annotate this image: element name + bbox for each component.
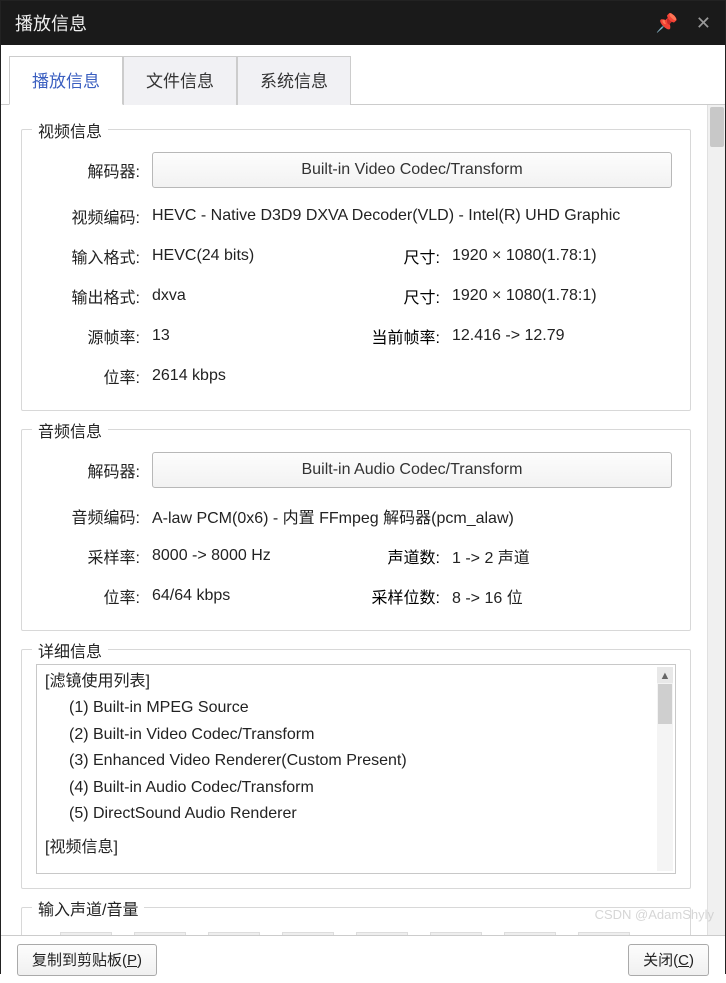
volume-slider-8[interactable] [578, 932, 630, 935]
detail-line-2: (2) Built-in Video Codec/Transform [45, 722, 667, 748]
close-label-start: 关闭( [643, 952, 678, 969]
value-output-size: 1920 × 1080(1.78:1) [446, 287, 676, 305]
detail-line-1: (1) Built-in MPEG Source [45, 695, 667, 721]
group-detail-info: 详细信息 [滤镜使用列表] (1) Built-in MPEG Source (… [21, 649, 691, 889]
label-sample-bits: 采样位数: [356, 584, 446, 608]
row-audio-decoder: 解码器: Built-in Audio Codec/Transform [36, 444, 676, 496]
value-sample-rate: 8000 -> 8000 Hz [146, 547, 356, 565]
scroll-thumb[interactable] [658, 684, 672, 724]
row-audio-sample: 采样率: 8000 -> 8000 Hz 声道数: 1 -> 2 声道 [36, 536, 676, 576]
copy-label-start: 复制到剪贴板( [32, 952, 127, 969]
button-video-decoder[interactable]: Built-in Video Codec/Transform [152, 152, 672, 188]
detail-textbox[interactable]: [滤镜使用列表] (1) Built-in MPEG Source (2) Bu… [36, 664, 676, 874]
scroll-up-icon[interactable]: ▲ [657, 667, 673, 683]
label-audio-decoder: 解码器: [36, 458, 146, 482]
label-video-codec: 视频编码: [36, 204, 146, 228]
copy-label-end: ) [137, 952, 142, 969]
volume-slider-1[interactable] [60, 932, 112, 935]
label-src-fps: 源帧率: [36, 324, 146, 348]
detail-scrollbar[interactable]: ▲ [657, 667, 673, 871]
value-output-fmt: dxva [146, 287, 356, 305]
detail-line-3: (3) Enhanced Video Renderer(Custom Prese… [45, 748, 667, 774]
label-cur-fps: 当前帧率: [356, 324, 446, 348]
row-audio-bitrate: 位率: 64/64 kbps 采样位数: 8 -> 16 位 [36, 576, 676, 616]
detail-line-4: (4) Built-in Audio Codec/Transform [45, 775, 667, 801]
tab-system-info[interactable]: 系统信息 [237, 56, 351, 105]
label-output-fmt: 输出格式: [36, 284, 146, 308]
detail-line-5: (5) DirectSound Audio Renderer [45, 801, 667, 827]
row-video-bitrate: 位率: 2614 kbps [36, 356, 676, 396]
row-video-codec: 视频编码: HEVC - Native D3D9 DXVA Decoder(VL… [36, 196, 676, 236]
close-hotkey: C [678, 952, 689, 969]
close-button[interactable]: 关闭(C) [628, 944, 709, 976]
label-sample-rate: 采样率: [36, 544, 146, 568]
value-video-codec: HEVC - Native D3D9 DXVA Decoder(VLD) - I… [146, 207, 676, 225]
footer-bar: 复制到剪贴板(P) 关闭(C) [1, 935, 725, 983]
window-title: 播放信息 [15, 10, 87, 36]
label-video-bitrate: 位率: [36, 364, 146, 388]
group-input-volume: 输入声道/音量 [21, 907, 691, 935]
group-audio-info: 音频信息 解码器: Built-in Audio Codec/Transform… [21, 429, 691, 631]
detail-truncated: [视频信息] [45, 835, 667, 861]
label-audio-codec: 音频编码: [36, 504, 146, 528]
value-video-bitrate: 2614 kbps [146, 367, 676, 385]
label-channels: 声道数: [356, 544, 446, 568]
video-legend: 视频信息 [32, 118, 108, 142]
copy-to-clipboard-button[interactable]: 复制到剪贴板(P) [17, 944, 157, 976]
volume-slider-2[interactable] [134, 932, 186, 935]
pin-icon[interactable]: 📌 [655, 13, 677, 34]
detail-legend: 详细信息 [32, 638, 108, 662]
row-audio-codec: 音频编码: A-law PCM(0x6) - 内置 FFmpeg 解码器(pcm… [36, 496, 676, 536]
label-video-decoder: 解码器: [36, 158, 146, 182]
row-video-input: 输入格式: HEVC(24 bits) 尺寸: 1920 × 1080(1.78… [36, 236, 676, 276]
tab-file-info[interactable]: 文件信息 [123, 56, 237, 105]
tab-play-info[interactable]: 播放信息 [9, 56, 123, 105]
detail-header: [滤镜使用列表] [45, 669, 667, 695]
row-video-decoder: 解码器: Built-in Video Codec/Transform [36, 144, 676, 196]
audio-legend: 音频信息 [32, 418, 108, 442]
value-audio-bitrate: 64/64 kbps [146, 587, 356, 605]
titlebar: 播放信息 📌 ✕ [1, 1, 725, 45]
value-channels: 1 -> 2 声道 [446, 544, 676, 568]
volume-slider-4[interactable] [282, 932, 334, 935]
label-output-size: 尺寸: [356, 284, 446, 308]
volume-slider-5[interactable] [356, 932, 408, 935]
close-icon[interactable]: ✕ [696, 13, 711, 34]
label-input-size: 尺寸: [356, 244, 446, 268]
label-audio-bitrate: 位率: [36, 584, 146, 608]
group-video-info: 视频信息 解码器: Built-in Video Codec/Transform… [21, 129, 691, 411]
volume-slider-6[interactable] [430, 932, 482, 935]
value-audio-codec: A-law PCM(0x6) - 内置 FFmpeg 解码器(pcm_alaw) [146, 504, 676, 528]
close-label-end: ) [689, 952, 694, 969]
window-controls: 📌 ✕ [655, 13, 711, 34]
value-sample-bits: 8 -> 16 位 [446, 584, 676, 608]
content-area: 视频信息 解码器: Built-in Video Codec/Transform… [1, 105, 725, 935]
volume-sliders-row [36, 922, 676, 935]
row-video-output: 输出格式: dxva 尺寸: 1920 × 1080(1.78:1) [36, 276, 676, 316]
value-input-size: 1920 × 1080(1.78:1) [446, 247, 676, 265]
content-scroll-thumb[interactable] [710, 107, 724, 147]
content-scrollbar[interactable] [707, 105, 725, 935]
volume-slider-7[interactable] [504, 932, 556, 935]
volume-legend: 输入声道/音量 [32, 896, 144, 920]
value-src-fps: 13 [146, 327, 356, 345]
row-video-fps: 源帧率: 13 当前帧率: 12.416 -> 12.79 [36, 316, 676, 356]
copy-hotkey: P [127, 952, 137, 969]
tab-bar: 播放信息 文件信息 系统信息 [1, 45, 725, 105]
volume-slider-3[interactable] [208, 932, 260, 935]
label-input-fmt: 输入格式: [36, 244, 146, 268]
value-cur-fps: 12.416 -> 12.79 [446, 327, 676, 345]
button-audio-decoder[interactable]: Built-in Audio Codec/Transform [152, 452, 672, 488]
value-input-fmt: HEVC(24 bits) [146, 247, 356, 265]
